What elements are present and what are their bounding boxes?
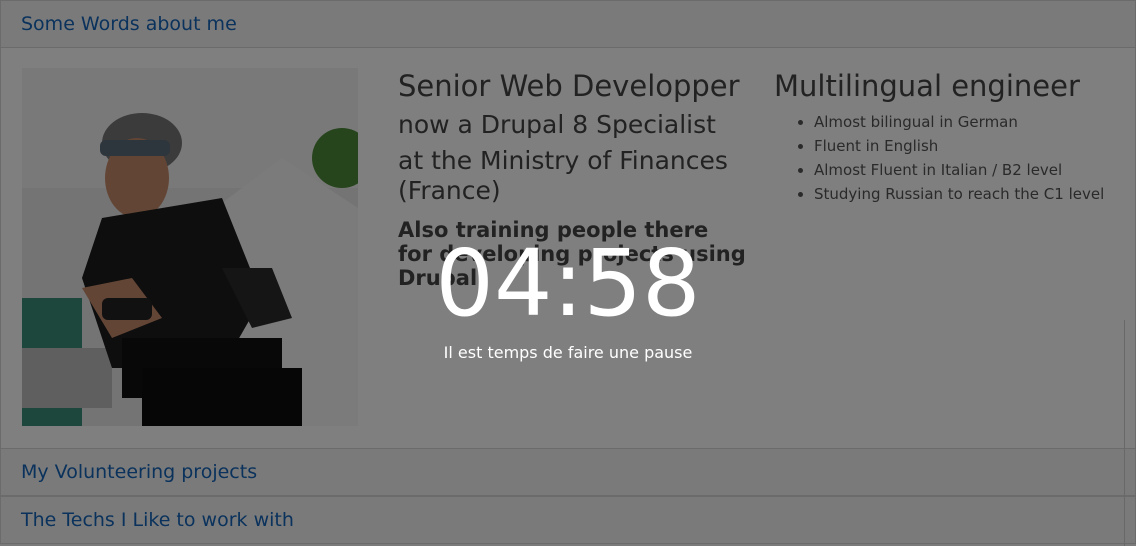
pause-timer: 04:58 — [435, 230, 701, 337]
pause-message: Il est temps de faire une pause — [443, 343, 693, 362]
page: Some Words about me — [0, 0, 1136, 546]
